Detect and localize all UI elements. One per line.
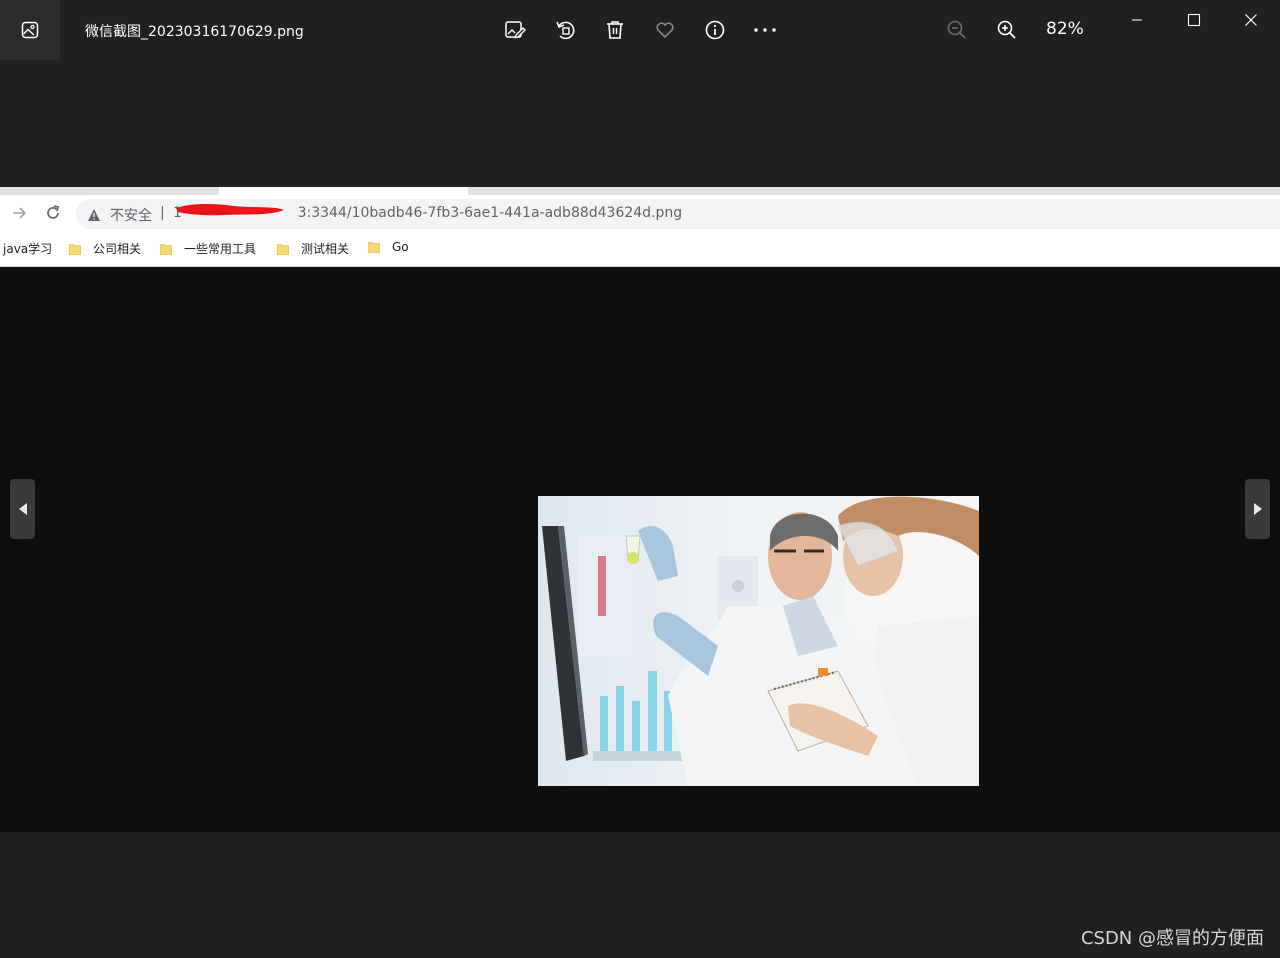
- minimize-icon[interactable]: [1122, 6, 1152, 34]
- bookmark-folder-go: Go: [368, 240, 409, 254]
- warning-icon: [87, 207, 101, 221]
- folder-icon: [368, 242, 380, 253]
- browser-toolbar: 不安全 | 1 3:3344/10badb46-7fb3-6ae1-441a-a…: [0, 195, 1280, 232]
- redaction-scribble: [176, 204, 284, 216]
- next-arrow-icon[interactable]: [1245, 479, 1270, 539]
- favorite-icon[interactable]: [652, 17, 678, 43]
- photo-viewport: [0, 267, 1280, 832]
- zoom-level[interactable]: 82%: [1046, 19, 1084, 39]
- rotate-icon[interactable]: [552, 17, 578, 43]
- previous-arrow-icon[interactable]: [10, 479, 35, 539]
- delete-icon[interactable]: [602, 17, 628, 43]
- close-icon[interactable]: [1236, 6, 1266, 34]
- info-icon[interactable]: [702, 17, 728, 43]
- bookmark-folder-tools: 一些常用工具: [160, 240, 256, 257]
- reload-icon: [44, 204, 62, 222]
- folder-icon: [69, 243, 81, 255]
- bookmark-java: java学习: [3, 242, 53, 256]
- edit-image-icon[interactable]: [502, 17, 528, 43]
- bookmark-folder-testing: 测试相关: [277, 240, 349, 257]
- photos-app-icon[interactable]: [0, 0, 60, 60]
- browser-active-tab: [219, 187, 468, 195]
- insecure-label: 不安全: [110, 208, 152, 224]
- bookmark-folder-company: 公司相关: [69, 240, 141, 257]
- address-bar: 不安全 | 1 3:3344/10badb46-7fb3-6ae1-441a-a…: [76, 199, 1280, 229]
- displayed-image: 不安全 | 1 3:3344/10badb46-7fb3-6ae1-441a-a…: [0, 187, 1280, 832]
- forward-arrow-icon: [10, 204, 28, 222]
- file-title: 微信截图_20230316170629.png: [85, 24, 304, 40]
- folder-icon: [277, 243, 289, 255]
- zoom-in-icon[interactable]: [994, 17, 1020, 43]
- url-divider: |: [160, 205, 165, 221]
- bookmarks-bar: java学习 公司相关 一些常用工具 测试相关 Go: [0, 232, 1280, 267]
- title-bar: 微信截图_20230316170629.png 82%: [0, 0, 1280, 60]
- folder-icon: [160, 243, 172, 255]
- csdn-watermark: CSDN @感冒的方便面: [1080, 928, 1264, 949]
- zoom-out-icon[interactable]: [944, 17, 970, 43]
- more-icon[interactable]: [752, 17, 778, 43]
- lab-scientists-photo: [538, 496, 979, 786]
- browser-tab-strip: [0, 187, 1280, 195]
- maximize-icon[interactable]: [1179, 6, 1209, 34]
